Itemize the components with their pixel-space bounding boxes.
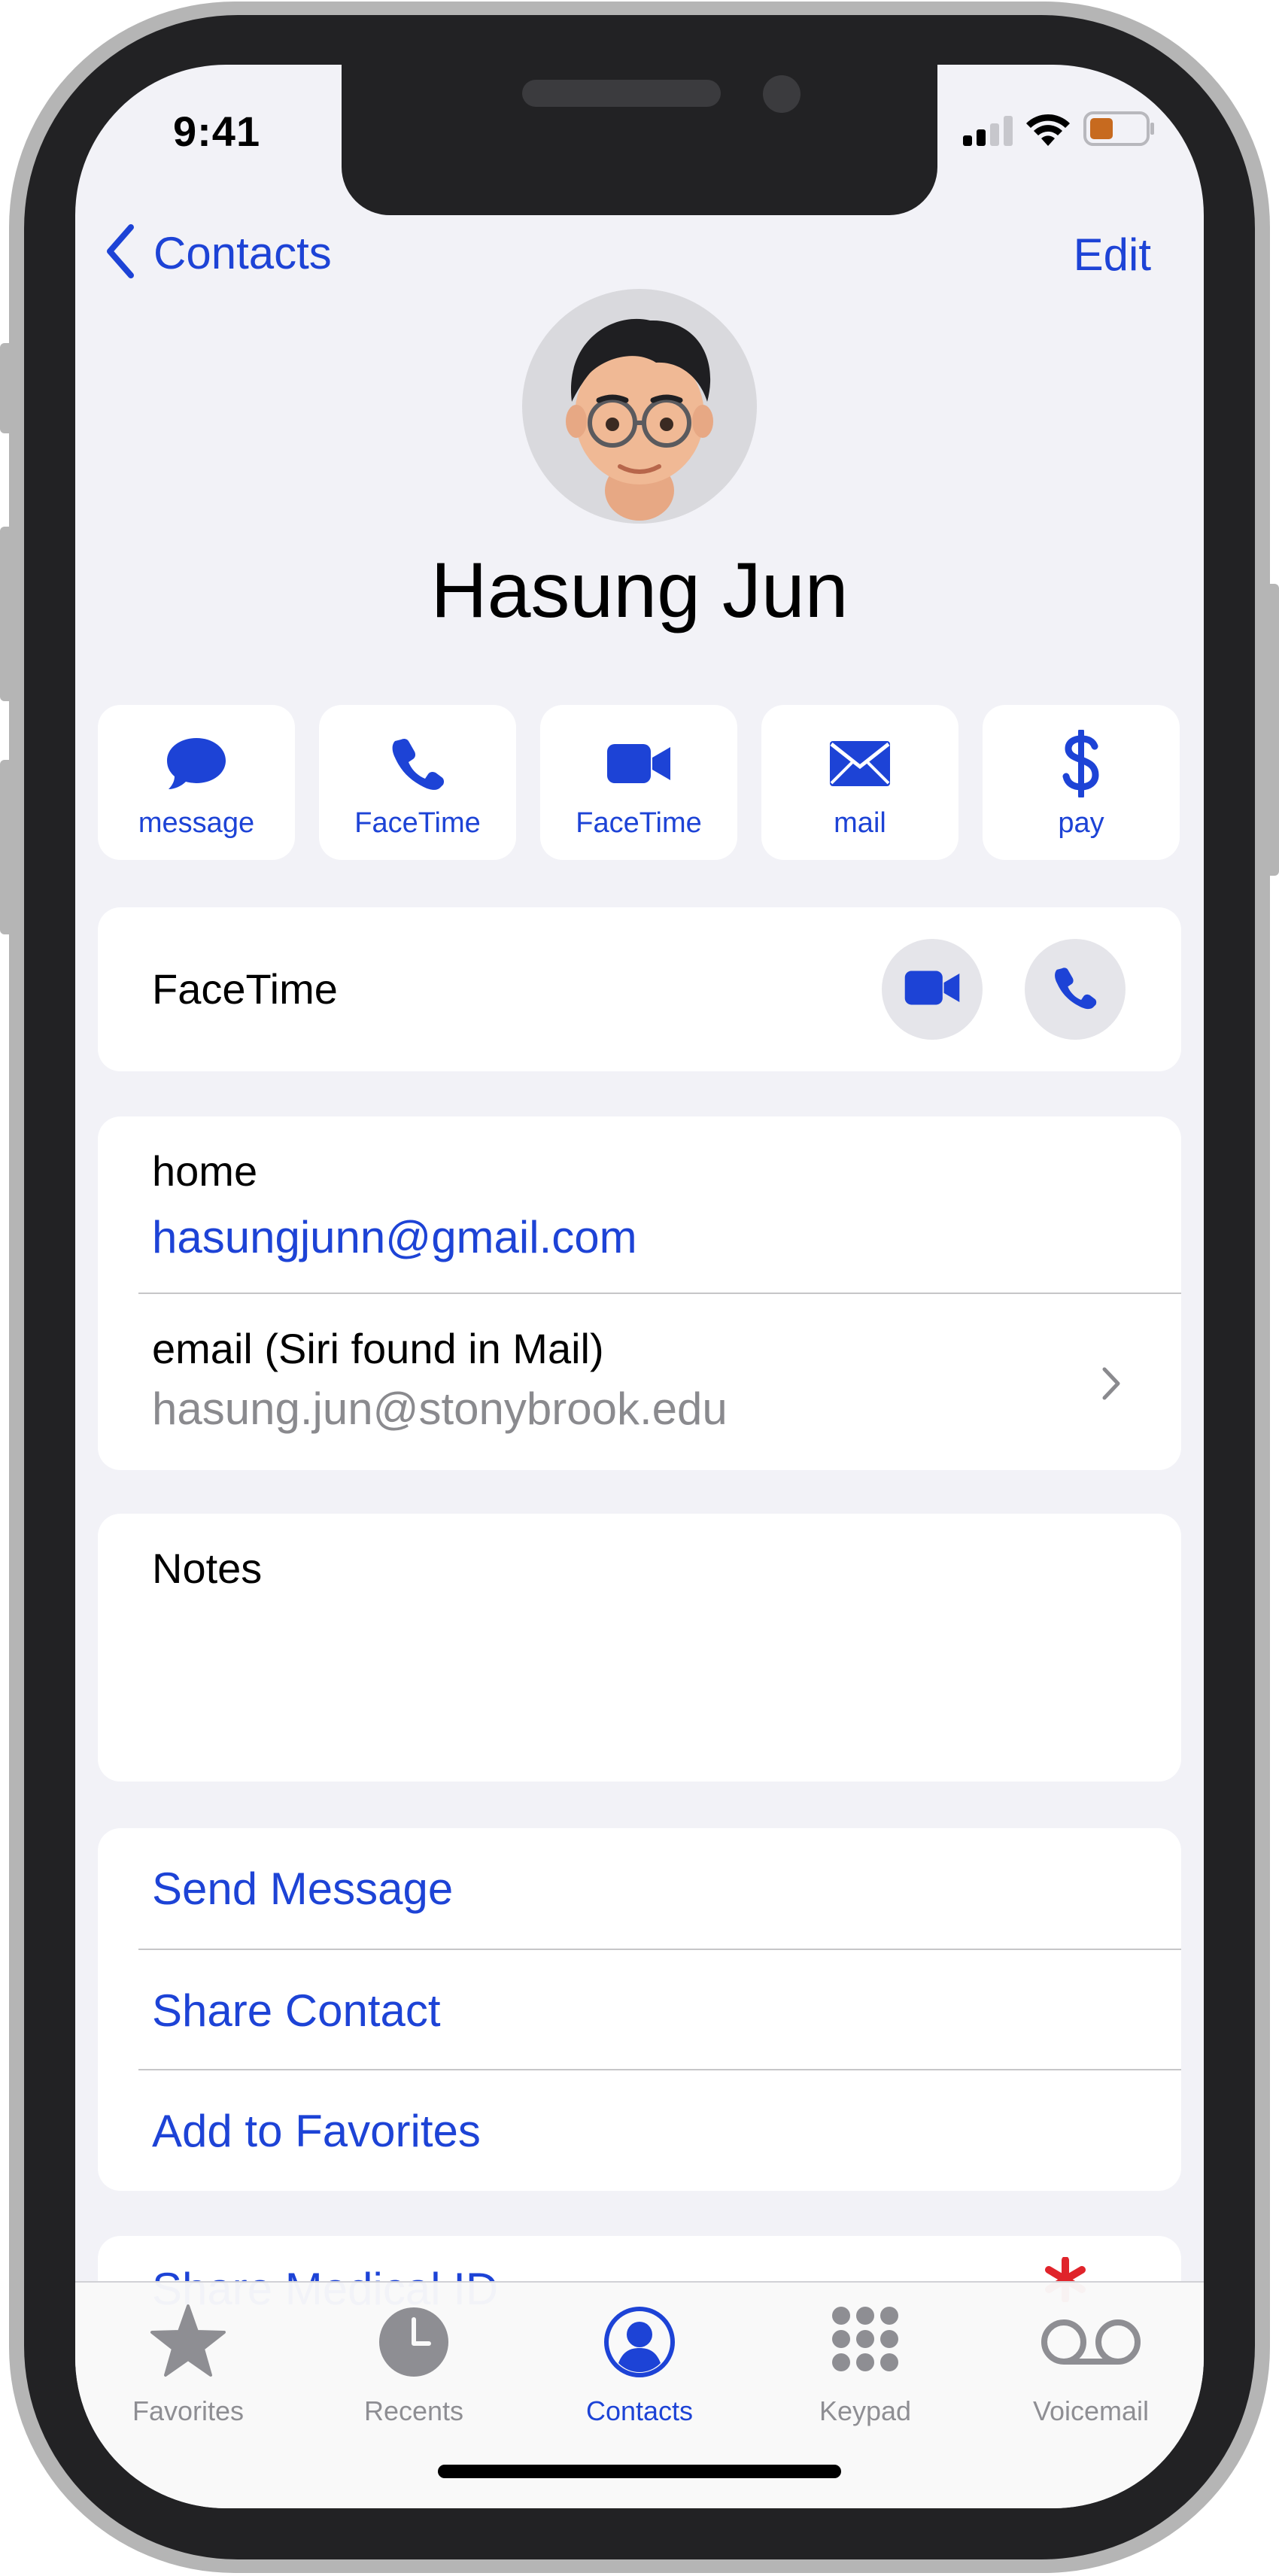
notes-field[interactable]: Notes [98,1514,1181,1782]
memoji-avatar-image [566,318,713,521]
home-indicator [438,2465,841,2478]
row-divider [138,1949,1181,1950]
message-action-label: message [138,807,255,839]
mail-action-label: mail [834,807,886,839]
pay-action-button[interactable]: pay [983,705,1180,860]
voicemail-icon [978,2301,1204,2383]
facetime-video-action-button[interactable]: FaceTime [540,705,737,860]
facetime-video-action-label: FaceTime [576,807,702,839]
home-email-row[interactable]: home hasungjunn@gmail.com [98,1116,1181,1293]
tab-voicemail-label: Voicemail [1032,2395,1150,2426]
power-button [1268,584,1279,876]
volume-down-button [0,760,11,934]
phone-screen: 9:41 Contacts Edit Hasung Jun message Fa… [75,65,1204,2508]
silent-switch [0,343,11,433]
clock-icon [301,2301,527,2383]
pay-action-label: pay [1058,807,1104,839]
cellular-signal-icon [963,116,1013,146]
facetime-audio-action-label: FaceTime [354,807,481,839]
tab-keypad[interactable]: Keypad [752,2296,978,2447]
front-camera [763,75,801,113]
person-circle-icon [527,2301,752,2383]
status-time: 9:41 [173,108,261,155]
edit-button[interactable]: Edit [1074,229,1151,281]
send-message-button[interactable]: Send Message [152,1863,453,1915]
tab-favorites-label: Favorites [132,2395,245,2426]
dollar-sign-icon [983,726,1180,801]
battery-icon [1083,111,1156,146]
back-button[interactable]: Contacts [105,223,332,283]
actions-card: Send Message Share Contact Add to Favori… [98,1828,1181,2191]
message-action-button[interactable]: message [98,705,295,860]
facetime-row-label: FaceTime [152,965,338,1013]
facetime-card: FaceTime [98,907,1181,1071]
wifi-icon [1026,110,1070,146]
email-card: home hasungjunn@gmail.com email (Siri fo… [98,1116,1181,1470]
tab-keypad-label: Keypad [819,2395,912,2426]
notch [342,65,937,215]
video-camera-icon [904,968,961,1011]
home-email-label: home [152,1147,258,1195]
phone-icon [1053,966,1097,1013]
volume-up-button [0,527,11,701]
tab-contacts[interactable]: Contacts [527,2296,752,2447]
message-bubble-icon [98,726,295,801]
tab-recents[interactable]: Recents [301,2296,527,2447]
phone-icon [319,726,516,801]
add-to-favorites-button[interactable]: Add to Favorites [152,2105,481,2157]
tab-recents-label: Recents [363,2395,464,2426]
share-contact-button[interactable]: Share Contact [152,1985,441,2037]
tab-favorites[interactable]: Favorites [75,2296,301,2447]
video-camera-icon [540,726,737,801]
mail-action-button[interactable]: mail [761,705,958,860]
back-button-label: Contacts [153,227,332,278]
tab-voicemail[interactable]: Voicemail [978,2296,1204,2447]
contact-name: Hasung Jun [430,547,849,634]
chevron-right-icon [1101,1366,1121,1405]
row-divider [138,2069,1181,2070]
earpiece-speaker [522,80,721,107]
notes-label: Notes [152,1545,263,1592]
chevron-left-icon [105,223,135,282]
facetime-audio-call-button[interactable] [1025,939,1126,1040]
facetime-audio-action-button[interactable]: FaceTime [319,705,516,860]
keypad-icon [752,2301,978,2383]
siri-email-label: email (Siri found in Mail) [152,1325,604,1372]
siri-email-row[interactable]: email (Siri found in Mail) hasung.jun@st… [98,1294,1181,1470]
home-email-value: hasungjunn@gmail.com [152,1212,637,1262]
tab-contacts-label: Contacts [585,2395,694,2426]
avatar [522,289,757,524]
envelope-icon [761,726,958,801]
star-icon [75,2301,301,2383]
siri-email-value: hasung.jun@stonybrook.edu [152,1384,728,1434]
facetime-video-call-button[interactable] [882,939,983,1040]
